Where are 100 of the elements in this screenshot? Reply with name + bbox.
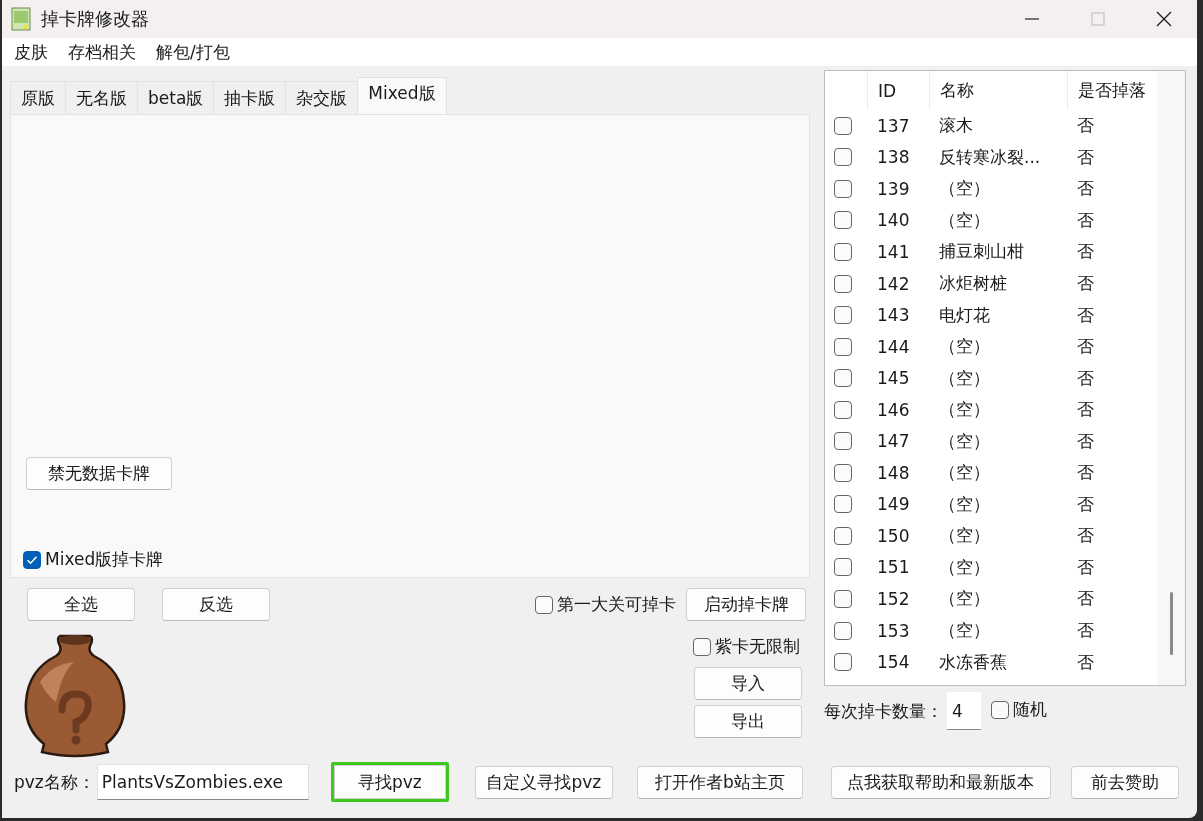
table-cell-text: （空） bbox=[938, 177, 991, 201]
table-cell-text: 154 bbox=[876, 651, 911, 675]
table-cell-text: 电灯花 bbox=[938, 303, 991, 327]
checkbox[interactable] bbox=[834, 242, 852, 261]
table-cell-text: （空） bbox=[938, 587, 991, 611]
table-cell-text: 否 bbox=[1076, 619, 1095, 642]
window-title: 掉卡牌修改器 bbox=[41, 7, 149, 31]
checkbox[interactable] bbox=[834, 274, 852, 293]
table-cell-text: 146 bbox=[876, 398, 911, 422]
table-cell-text: 否 bbox=[1076, 650, 1095, 674]
table-cell-text: 否 bbox=[1076, 555, 1095, 579]
table-cell-text: 滚木 bbox=[938, 114, 974, 138]
checkbox[interactable] bbox=[834, 432, 852, 451]
table-cell-text: （空） bbox=[938, 398, 991, 422]
checkbox[interactable] bbox=[535, 595, 553, 614]
action-button[interactable]: 打开作者b站主页 bbox=[636, 765, 803, 799]
checkbox[interactable] bbox=[834, 179, 852, 198]
checkbox[interactable] bbox=[834, 589, 852, 608]
table-cell-text: 139 bbox=[876, 177, 911, 201]
close-button[interactable] bbox=[1156, 11, 1172, 27]
table-cell-text: 反转寒冰裂... bbox=[938, 145, 1042, 169]
action-button[interactable]: 点我获取帮助和最新版本 bbox=[830, 765, 1051, 799]
table-cell-text: 149 bbox=[876, 493, 911, 517]
action-button[interactable]: 前去赞助 bbox=[1070, 765, 1179, 799]
table-cell-text: 否 bbox=[1076, 145, 1095, 169]
count-label: 每次掉卡数量： bbox=[824, 699, 943, 723]
table-cell-text: 否 bbox=[1076, 272, 1095, 295]
start-button[interactable]: 启动掉卡牌 bbox=[686, 588, 806, 621]
table-cell-text: （空） bbox=[938, 429, 991, 453]
table-cell-text: 138 bbox=[876, 146, 911, 170]
checkbox[interactable] bbox=[834, 400, 852, 419]
table-cell-text: 否 bbox=[1076, 524, 1095, 548]
table-cell-text: 否 bbox=[1076, 429, 1095, 453]
checkbox[interactable] bbox=[834, 337, 852, 356]
table-cell-text: 否 bbox=[1076, 208, 1095, 232]
table-cell-text: （空） bbox=[938, 208, 991, 232]
file-button[interactable]: 导出 bbox=[694, 705, 802, 738]
action-button[interactable]: 自定义寻找pvz bbox=[474, 765, 613, 799]
checkbox[interactable] bbox=[834, 526, 852, 545]
checkbox[interactable] bbox=[834, 306, 852, 325]
table-cell-text: （空） bbox=[938, 619, 991, 642]
tab[interactable]: 原版 bbox=[10, 81, 66, 114]
action-button[interactable]: 寻找pvz bbox=[330, 762, 449, 802]
table-cell-text: 140 bbox=[876, 209, 911, 233]
file-button[interactable]: 导入 bbox=[694, 667, 802, 700]
table-cell-text: （空） bbox=[938, 492, 991, 516]
checkbox[interactable] bbox=[693, 637, 711, 656]
checkbox[interactable] bbox=[834, 621, 852, 640]
checkbox[interactable] bbox=[834, 558, 852, 577]
table-cell-text: 否 bbox=[1076, 335, 1095, 359]
table-cell-text: （空） bbox=[938, 335, 991, 359]
pvz-name-label: pvz名称： bbox=[14, 770, 95, 794]
table-cell-text: 137 bbox=[876, 114, 911, 138]
table-cell-text: 否 bbox=[1076, 303, 1095, 327]
checkbox[interactable] bbox=[834, 148, 852, 167]
table-cell-text: 否 bbox=[1076, 177, 1095, 201]
table-cell-text: 150 bbox=[876, 524, 911, 548]
checkbox[interactable] bbox=[834, 116, 852, 135]
checkbox[interactable] bbox=[834, 495, 852, 514]
table-cell-text: 否 bbox=[1076, 114, 1095, 138]
menu-item[interactable]: 皮肤 bbox=[14, 40, 48, 64]
select-button[interactable]: 反选 bbox=[162, 588, 270, 621]
checkbox[interactable] bbox=[991, 700, 1009, 719]
checkbox-label[interactable]: 随机 bbox=[1013, 698, 1047, 721]
column-header[interactable]: ID bbox=[867, 71, 929, 110]
table-cell-text: 否 bbox=[1076, 587, 1095, 611]
checkbox[interactable] bbox=[834, 463, 852, 482]
pvz-name-field[interactable]: PlantsVsZombies.exe bbox=[96, 764, 309, 800]
scrollbar[interactable] bbox=[1157, 71, 1185, 685]
table-cell-text: （空） bbox=[938, 524, 991, 548]
ban-button[interactable]: 禁无数据卡牌 bbox=[26, 457, 172, 490]
table-cell-text: 否 bbox=[1076, 492, 1095, 516]
table-cell-text: 148 bbox=[876, 461, 911, 485]
checkbox-label[interactable]: Mixed版掉卡牌 bbox=[45, 548, 164, 571]
menu-item[interactable]: 存档相关 bbox=[68, 40, 136, 64]
menu-item[interactable]: 解包/打包 bbox=[156, 40, 230, 64]
tab[interactable]: Mixed版 bbox=[357, 77, 447, 114]
checkbox[interactable] bbox=[834, 653, 852, 672]
checkbox[interactable] bbox=[834, 211, 852, 230]
table-cell-text: 捕豆刺山柑 bbox=[938, 240, 1025, 264]
table-cell-text: 151 bbox=[876, 556, 911, 580]
count-field[interactable]: 4 bbox=[947, 692, 981, 730]
checkbox[interactable] bbox=[834, 369, 852, 388]
checkbox[interactable] bbox=[23, 550, 41, 569]
table-cell-text: 否 bbox=[1076, 366, 1095, 390]
app-icon bbox=[11, 7, 31, 31]
checkbox-label[interactable]: 紫卡无限制 bbox=[715, 635, 800, 658]
checkbox-label[interactable]: 第一大关可掉卡 bbox=[557, 593, 676, 616]
select-button[interactable]: 全选 bbox=[27, 588, 135, 621]
table-cell-text: 水冻香蕉 bbox=[938, 650, 1008, 674]
table-cell-text: 145 bbox=[876, 367, 911, 391]
table-cell-text: 147 bbox=[876, 430, 911, 454]
table-cell-text: 144 bbox=[876, 335, 911, 359]
table-cell-text: 否 bbox=[1076, 398, 1095, 422]
table-cell-text: 否 bbox=[1076, 461, 1095, 485]
column-header[interactable]: 名称 bbox=[929, 71, 1067, 110]
table-cell-text: （空） bbox=[938, 555, 991, 579]
table-cell-text: 153 bbox=[876, 619, 911, 643]
table-cell-text: 143 bbox=[876, 304, 911, 328]
table-cell-text: 142 bbox=[876, 272, 911, 296]
